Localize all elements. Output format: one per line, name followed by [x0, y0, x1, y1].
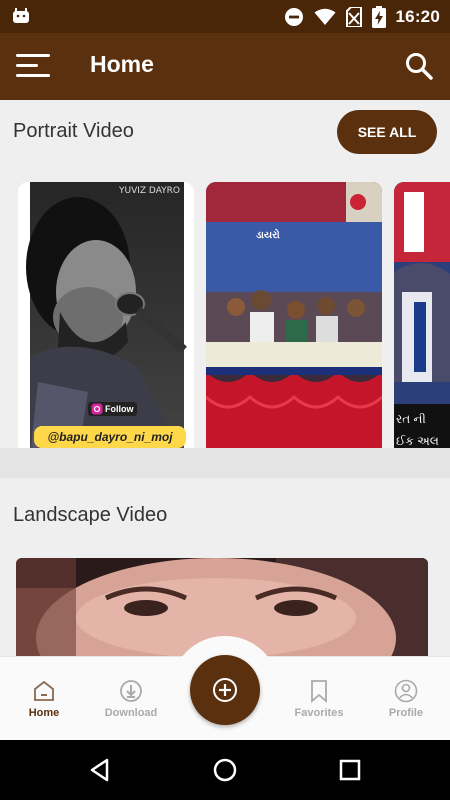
follow-badge: Follow: [88, 402, 137, 416]
add-button[interactable]: [190, 655, 260, 725]
see-all-button[interactable]: SEE ALL: [337, 110, 437, 154]
portrait-video-card-3[interactable]: રત ની ઈક અલ: [394, 182, 450, 456]
creator-handle: @bapu_dayro_ni_moj: [34, 426, 186, 448]
status-time: 16:20: [395, 6, 440, 26]
recents-icon[interactable]: [335, 755, 365, 785]
app-bar: Home: [0, 33, 450, 100]
home-icon: [34, 680, 54, 701]
home-circle-icon[interactable]: [210, 755, 240, 785]
nav-label: Home: [28, 707, 60, 719]
landscape-section-title: Landscape Video: [13, 504, 168, 526]
android-icon: [13, 8, 29, 23]
video-thumbnail: [206, 182, 382, 456]
hamburger-menu-icon[interactable]: [16, 53, 52, 79]
wifi-icon: [314, 8, 336, 25]
nav-label: Profile: [388, 707, 424, 719]
video-caption: રત ની: [396, 412, 426, 426]
section-divider: [0, 448, 450, 478]
nav-label: Download: [104, 707, 158, 719]
nav-item-download[interactable]: Download: [91, 657, 171, 741]
portrait-video-card-2[interactable]: ડાયરો: [206, 182, 382, 456]
portrait-video-section: Portrait Video SEE ALL YUVIZ DAYRO Follo…: [0, 100, 450, 456]
battery-charging-icon: [371, 5, 386, 28]
system-navigation-bar: [0, 740, 450, 800]
status-bar: 16:20: [0, 0, 450, 33]
search-icon[interactable]: [404, 51, 434, 81]
page-title: Home: [90, 51, 154, 77]
video-banner-text: ડાયરો: [256, 230, 280, 241]
nav-item-profile[interactable]: Profile: [366, 657, 446, 741]
nav-item-home[interactable]: Home: [4, 657, 84, 741]
instagram-icon: [91, 403, 103, 415]
back-icon[interactable]: [85, 755, 115, 785]
video-caption: ઈક અલ: [396, 434, 439, 448]
no-sim-icon: [345, 6, 362, 27]
nav-item-favorites[interactable]: Favorites: [279, 657, 359, 741]
video-watermark: YUVIZ DAYRO: [119, 186, 180, 196]
profile-icon: [394, 679, 418, 703]
do-not-disturb-icon: [284, 7, 303, 26]
nav-label: Favorites: [294, 707, 344, 719]
download-icon: [120, 680, 142, 702]
bookmark-icon: [311, 680, 327, 703]
portrait-section-title: Portrait Video: [13, 120, 134, 142]
landscape-video-section: Landscape Video: [0, 478, 450, 678]
portrait-video-card-1[interactable]: YUVIZ DAYRO Follow @bapu_dayro_ni_moj: [18, 182, 194, 456]
add-circle-icon: [213, 678, 237, 702]
